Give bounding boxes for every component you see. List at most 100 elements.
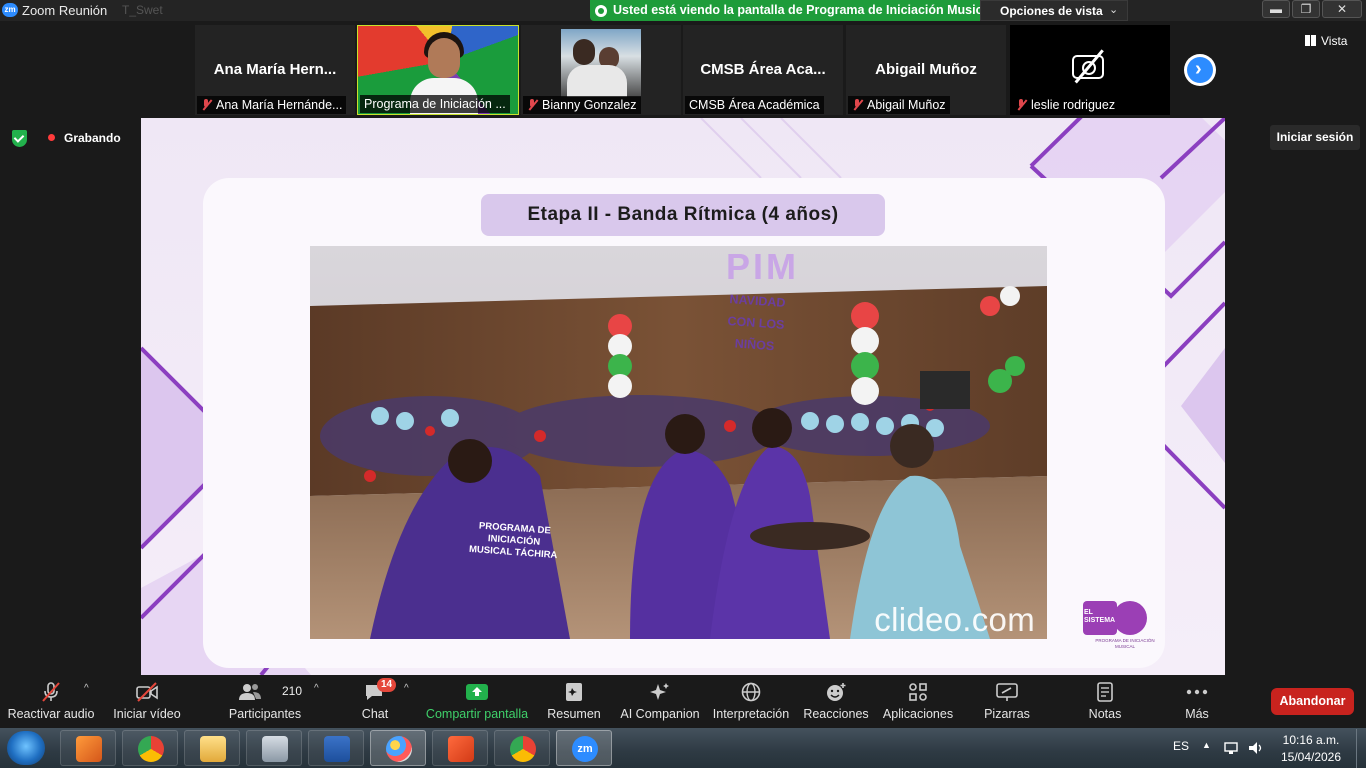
taskbar-media-player[interactable] — [60, 730, 116, 766]
interpretation-button[interactable]: Interpretación — [710, 675, 792, 728]
participant-tile[interactable]: Ana María Hern... Ana María Hernánde... — [195, 25, 355, 115]
shared-screen: Etapa II - Banda Rítmica (4 años) PIM NA… — [141, 118, 1225, 675]
participant-tile[interactable]: CMSB Área Aca... CMSB Área Académica — [683, 25, 843, 115]
logo-name: EL SISTEMA — [1084, 609, 1116, 624]
slide-title: Etapa II - Banda Rítmica (4 años) — [481, 194, 885, 236]
video-off-icon — [136, 682, 158, 702]
banner-sign: PIM — [726, 246, 800, 287]
show-desktop-button[interactable] — [1356, 729, 1366, 768]
chat-button[interactable]: 14 Chat — [350, 675, 400, 728]
volume-icon[interactable] — [1248, 741, 1264, 755]
next-participants-button[interactable]: › — [1184, 54, 1216, 86]
leave-meeting-button[interactable]: Abandonar — [1271, 688, 1354, 715]
logo-shape — [1113, 601, 1147, 635]
globe-icon — [741, 682, 761, 702]
participant-display-name: Abigail Muñoz — [875, 61, 977, 78]
more-icon — [1186, 689, 1208, 695]
more-button[interactable]: Más — [1172, 675, 1222, 728]
taskbar-paint[interactable] — [370, 730, 426, 766]
mic-muted-icon — [42, 682, 60, 702]
share-banner-text: Usted está viendo la pantalla de Program… — [613, 3, 993, 17]
clock-time[interactable]: 10:16 a.m. — [1277, 733, 1345, 747]
taskbar-zoom[interactable]: zm — [556, 730, 612, 766]
taskbar-office[interactable] — [432, 730, 488, 766]
apps-icon — [909, 683, 927, 701]
video-face-shape — [428, 38, 460, 78]
zoom-icon: zm — [572, 736, 598, 762]
network-icon[interactable] — [1224, 741, 1240, 755]
taskbar-file-explorer[interactable] — [184, 730, 240, 766]
participant-name: Ana María Hernánde... — [216, 98, 343, 112]
concert-photo — [310, 246, 1047, 639]
participant-tile[interactable]: leslie rodriguez — [1010, 25, 1170, 115]
toolbar-label: AI Companion — [620, 707, 700, 721]
security-shield-icon[interactable] — [12, 130, 27, 147]
taskbar-word[interactable] — [308, 730, 364, 766]
participant-name-label: Ana María Hernánde... — [197, 96, 347, 114]
clock-date[interactable]: 15/04/2026 — [1277, 750, 1345, 764]
view-options-label: Opciones de vista — [1000, 4, 1103, 18]
el-sistema-logo: EL SISTEMA PROGRAMA DE INICIACIÓN MUSICA… — [1083, 598, 1159, 654]
view-layout-label: Vista — [1321, 34, 1348, 48]
minimize-button[interactable]: ▬ — [1262, 0, 1290, 18]
toolbar-label: Reactivar audio — [7, 707, 95, 721]
whiteboard-icon — [996, 683, 1018, 701]
notes-button[interactable]: Notas — [1076, 675, 1134, 728]
participant-count: 210 — [282, 684, 303, 698]
participant-tile[interactable]: Bianny Gonzalez — [521, 25, 681, 115]
apps-button[interactable]: Aplicaciones — [880, 675, 956, 728]
view-options-dropdown[interactable]: Opciones de vista ⌄ — [980, 0, 1128, 21]
recording-label[interactable]: Grabando — [64, 131, 121, 145]
calculator-icon — [262, 736, 288, 762]
navidad-sign: NAVIDAD CON LOS NIÑOS — [727, 292, 786, 354]
input-language[interactable]: ES — [1173, 739, 1189, 753]
summary-icon — [566, 683, 582, 701]
participant-display-name: Ana María Hern... — [213, 61, 337, 78]
toolbar-label: Compartir pantalla — [425, 707, 529, 721]
participant-name: Programa de Iniciación ... — [364, 97, 506, 111]
participant-name-label: CMSB Área Académica — [685, 96, 824, 114]
photo-person-shape — [567, 65, 627, 97]
participants-options-caret[interactable]: ^ — [314, 683, 319, 694]
ai-companion-button[interactable]: AI Companion — [616, 675, 704, 728]
restore-button[interactable]: ❐ — [1292, 0, 1320, 18]
office-icon — [448, 736, 474, 762]
mic-muted-icon — [1016, 99, 1026, 111]
tray-expand-icon[interactable]: ▲ — [1202, 740, 1211, 750]
mic-muted-icon — [201, 99, 211, 111]
photo-person-shape — [573, 39, 595, 65]
grid-icon — [1305, 35, 1316, 46]
taskbar-chrome[interactable] — [122, 730, 178, 766]
participant-name-label: leslie rodriguez — [1012, 96, 1120, 114]
audio-options-caret[interactable]: ^ — [84, 683, 89, 694]
whiteboards-button[interactable]: Pizarras — [976, 675, 1038, 728]
toolbar-label: Chat — [361, 707, 389, 721]
recording-dot-icon — [48, 134, 55, 141]
zoom-logo-icon: zm — [2, 3, 18, 17]
participant-tile-active-speaker[interactable]: Programa de Iniciación ... — [357, 25, 519, 115]
start-video-button[interactable]: Iniciar vídeo — [104, 675, 190, 728]
toolbar-label: Reacciones — [803, 707, 869, 721]
participant-name: CMSB Área Académica — [689, 98, 820, 112]
summary-button[interactable]: Resumen — [542, 675, 606, 728]
mic-muted-icon — [527, 99, 537, 111]
participant-tile[interactable]: Abigail Muñoz Abigail Muñoz — [846, 25, 1006, 115]
clideo-watermark: clideo.com — [874, 601, 1035, 638]
sign-in-button[interactable]: Iniciar sesión — [1270, 125, 1360, 150]
participants-button[interactable]: 210 Participantes — [226, 675, 304, 728]
view-layout-button[interactable]: Vista — [1305, 34, 1347, 48]
close-window-button[interactable]: ✕ — [1322, 0, 1362, 18]
file-explorer-icon — [200, 736, 226, 762]
taskbar-chrome-profile[interactable] — [494, 730, 550, 766]
toolbar-label: Pizarras — [984, 707, 1030, 721]
share-screen-button[interactable]: Compartir pantalla — [424, 675, 530, 728]
participant-name: leslie rodriguez — [1031, 98, 1116, 112]
chat-options-caret[interactable]: ^ — [404, 683, 409, 694]
reactions-button[interactable]: Reacciones — [802, 675, 870, 728]
participant-name-label: Bianny Gonzalez — [523, 96, 641, 114]
media-player-icon — [76, 736, 102, 762]
chat-unread-badge: 14 — [377, 678, 397, 692]
taskbar-calculator[interactable] — [246, 730, 302, 766]
start-button[interactable] — [7, 731, 45, 765]
unmute-audio-button[interactable]: ^ Reactivar audio — [4, 675, 98, 728]
